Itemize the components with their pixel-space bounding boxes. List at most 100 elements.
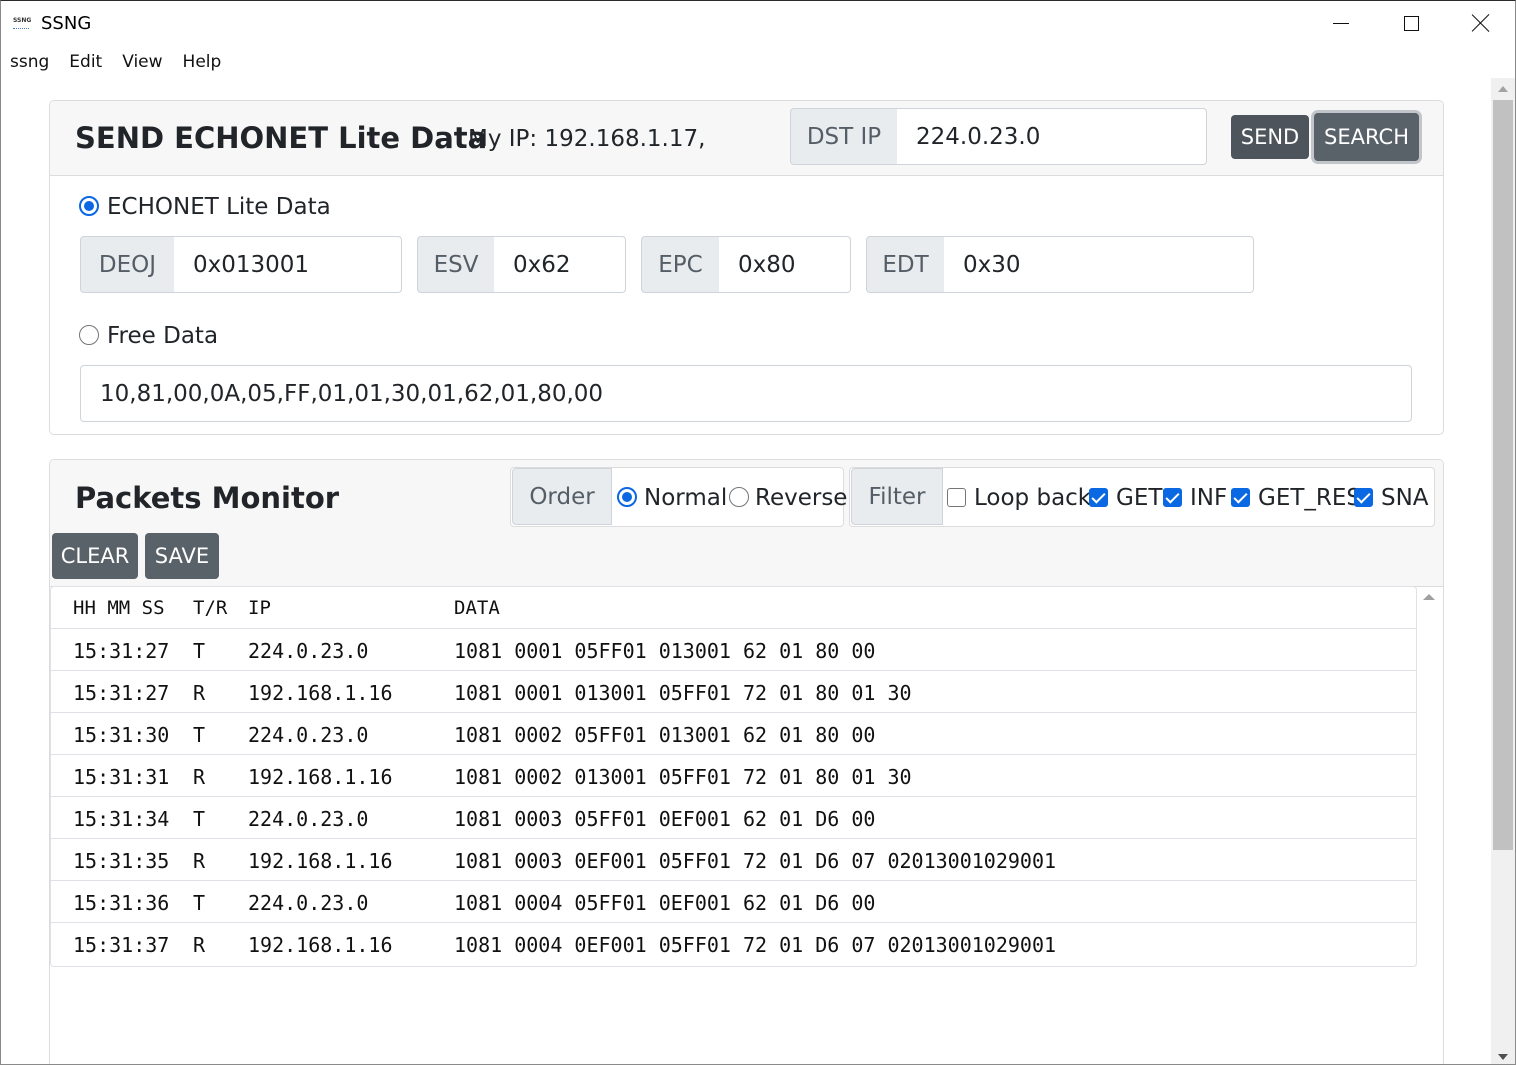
free-data-radio[interactable] — [79, 325, 99, 345]
echonet-data-radio[interactable] — [79, 196, 99, 216]
row-time: 15:31:27 — [73, 639, 170, 663]
sna-checkbox[interactable] — [1354, 488, 1373, 507]
row-data: 1081 0002 05FF01 013001 62 01 80 00 — [454, 723, 876, 747]
close-icon — [1472, 14, 1490, 32]
table-header-row: HH MM SS T/R IP DATA — [51, 587, 1416, 629]
app-icon: SSNG — [13, 17, 35, 33]
packet-table[interactable]: HH MM SS T/R IP DATA 15:31:27 T 224.0.23… — [50, 586, 1417, 967]
table-row[interactable]: 15:31:34 T 224.0.23.0 1081 0003 05FF01 0… — [51, 797, 1416, 839]
deoj-label: DEOJ — [80, 236, 175, 293]
order-reverse-radio[interactable] — [729, 487, 749, 507]
get-label: GET — [1116, 485, 1163, 511]
row-data: 1081 0004 0EF001 05FF01 72 01 D6 07 0201… — [454, 933, 1057, 957]
order-reverse-label: Reverse — [755, 485, 848, 511]
row-ip: 192.168.1.16 — [248, 849, 393, 873]
order-normal-radio[interactable] — [617, 487, 637, 507]
maximize-button[interactable] — [1376, 0, 1446, 46]
window-title: SSNG — [41, 13, 92, 34]
window-scrollbar[interactable] — [1491, 78, 1515, 1065]
dst-ip-input[interactable]: 224.0.23.0 — [897, 108, 1207, 165]
table-row[interactable]: 15:31:31 R 192.168.1.16 1081 0002 013001… — [51, 755, 1416, 797]
send-panel-title: SEND ECHONET Lite Data — [75, 121, 488, 155]
esv-input[interactable]: 0x62 — [494, 236, 626, 293]
row-tr: R — [193, 765, 206, 789]
scroll-down-icon[interactable] — [1498, 1054, 1508, 1060]
col-ip-header: IP — [248, 597, 271, 619]
echonet-data-label: ECHONET Lite Data — [107, 194, 331, 220]
row-data: 1081 0002 013001 05FF01 72 01 80 01 30 — [454, 765, 912, 789]
order-normal-label: Normal — [644, 485, 728, 511]
row-tr: R — [193, 849, 206, 873]
get-res-label: GET_RES — [1258, 485, 1362, 511]
table-row[interactable]: 15:31:35 R 192.168.1.16 1081 0003 0EF001… — [51, 839, 1416, 881]
row-tr: R — [193, 933, 206, 957]
close-button[interactable] — [1446, 0, 1516, 46]
row-ip: 224.0.23.0 — [248, 891, 369, 915]
row-ip: 192.168.1.16 — [248, 681, 393, 705]
free-data-input[interactable]: 10,81,00,0A,05,FF,01,01,30,01,62,01,80,0… — [80, 365, 1412, 422]
inf-checkbox[interactable] — [1163, 488, 1182, 507]
edt-input[interactable]: 0x30 — [944, 236, 1254, 293]
row-tr: T — [193, 723, 206, 747]
menu-edit[interactable]: Edit — [59, 48, 112, 78]
get-res-checkbox[interactable] — [1231, 488, 1250, 507]
row-tr: R — [193, 681, 206, 705]
table-row[interactable]: 15:31:27 R 192.168.1.16 1081 0001 013001… — [51, 671, 1416, 713]
row-data: 1081 0001 05FF01 013001 62 01 80 00 — [454, 639, 876, 663]
table-row[interactable]: 15:31:37 R 192.168.1.16 1081 0004 0EF001… — [51, 923, 1416, 965]
scroll-up-icon[interactable] — [1498, 86, 1508, 92]
epc-label: EPC — [641, 236, 720, 293]
row-data: 1081 0003 05FF01 0EF001 62 01 D6 00 — [454, 807, 876, 831]
search-button[interactable]: SEARCH — [1314, 113, 1419, 161]
col-time-header: HH MM SS — [73, 597, 165, 619]
row-ip: 192.168.1.16 — [248, 765, 393, 789]
loopback-label: Loop back — [974, 485, 1092, 511]
row-ip: 224.0.23.0 — [248, 723, 369, 747]
row-tr: T — [193, 639, 206, 663]
get-checkbox[interactable] — [1089, 488, 1108, 507]
row-time: 15:31:34 — [73, 807, 170, 831]
menu-view[interactable]: View — [112, 48, 172, 78]
dst-ip-label: DST IP — [790, 108, 898, 165]
col-data-header: DATA — [454, 597, 500, 619]
row-time: 15:31:30 — [73, 723, 170, 747]
inf-label: INF — [1190, 485, 1228, 511]
menu-help[interactable]: Help — [173, 48, 232, 78]
menu-bar: ssng Edit View Help — [0, 48, 231, 78]
maximize-icon — [1403, 15, 1419, 31]
send-button[interactable]: SEND — [1231, 115, 1309, 159]
row-time: 15:31:31 — [73, 765, 170, 789]
row-tr: T — [193, 807, 206, 831]
minimize-button[interactable] — [1306, 0, 1376, 46]
table-scroll-up-icon[interactable] — [1423, 594, 1435, 600]
deoj-input[interactable]: 0x013001 — [174, 236, 402, 293]
sna-label: SNA — [1381, 485, 1429, 511]
row-data: 1081 0003 0EF001 05FF01 72 01 D6 07 0201… — [454, 849, 1057, 873]
table-row[interactable]: 15:31:36 T 224.0.23.0 1081 0004 05FF01 0… — [51, 881, 1416, 923]
free-data-label: Free Data — [107, 323, 219, 349]
minimize-icon — [1333, 22, 1349, 24]
edt-label: EDT — [866, 236, 945, 293]
row-time: 15:31:27 — [73, 681, 170, 705]
save-button[interactable]: SAVE — [145, 533, 219, 579]
scrollbar-thumb[interactable] — [1493, 100, 1513, 850]
table-row[interactable]: 15:31:30 T 224.0.23.0 1081 0002 05FF01 0… — [51, 713, 1416, 755]
table-row[interactable]: 15:31:27 T 224.0.23.0 1081 0001 05FF01 0… — [51, 629, 1416, 671]
filter-label: Filter — [851, 468, 943, 525]
esv-label: ESV — [417, 236, 495, 293]
monitor-panel-title: Packets Monitor — [75, 481, 340, 515]
row-time: 15:31:37 — [73, 933, 170, 957]
row-ip: 224.0.23.0 — [248, 807, 369, 831]
row-time: 15:31:36 — [73, 891, 170, 915]
order-label: Order — [512, 468, 612, 525]
row-time: 15:31:35 — [73, 849, 170, 873]
row-data: 1081 0001 013001 05FF01 72 01 80 01 30 — [454, 681, 912, 705]
row-data: 1081 0004 05FF01 0EF001 62 01 D6 00 — [454, 891, 876, 915]
row-tr: T — [193, 891, 206, 915]
col-tr-header: T/R — [193, 597, 228, 619]
loopback-checkbox[interactable] — [947, 488, 966, 507]
clear-button[interactable]: CLEAR — [52, 533, 138, 579]
menu-ssng[interactable]: ssng — [0, 48, 59, 78]
epc-input[interactable]: 0x80 — [719, 236, 851, 293]
row-ip: 224.0.23.0 — [248, 639, 369, 663]
